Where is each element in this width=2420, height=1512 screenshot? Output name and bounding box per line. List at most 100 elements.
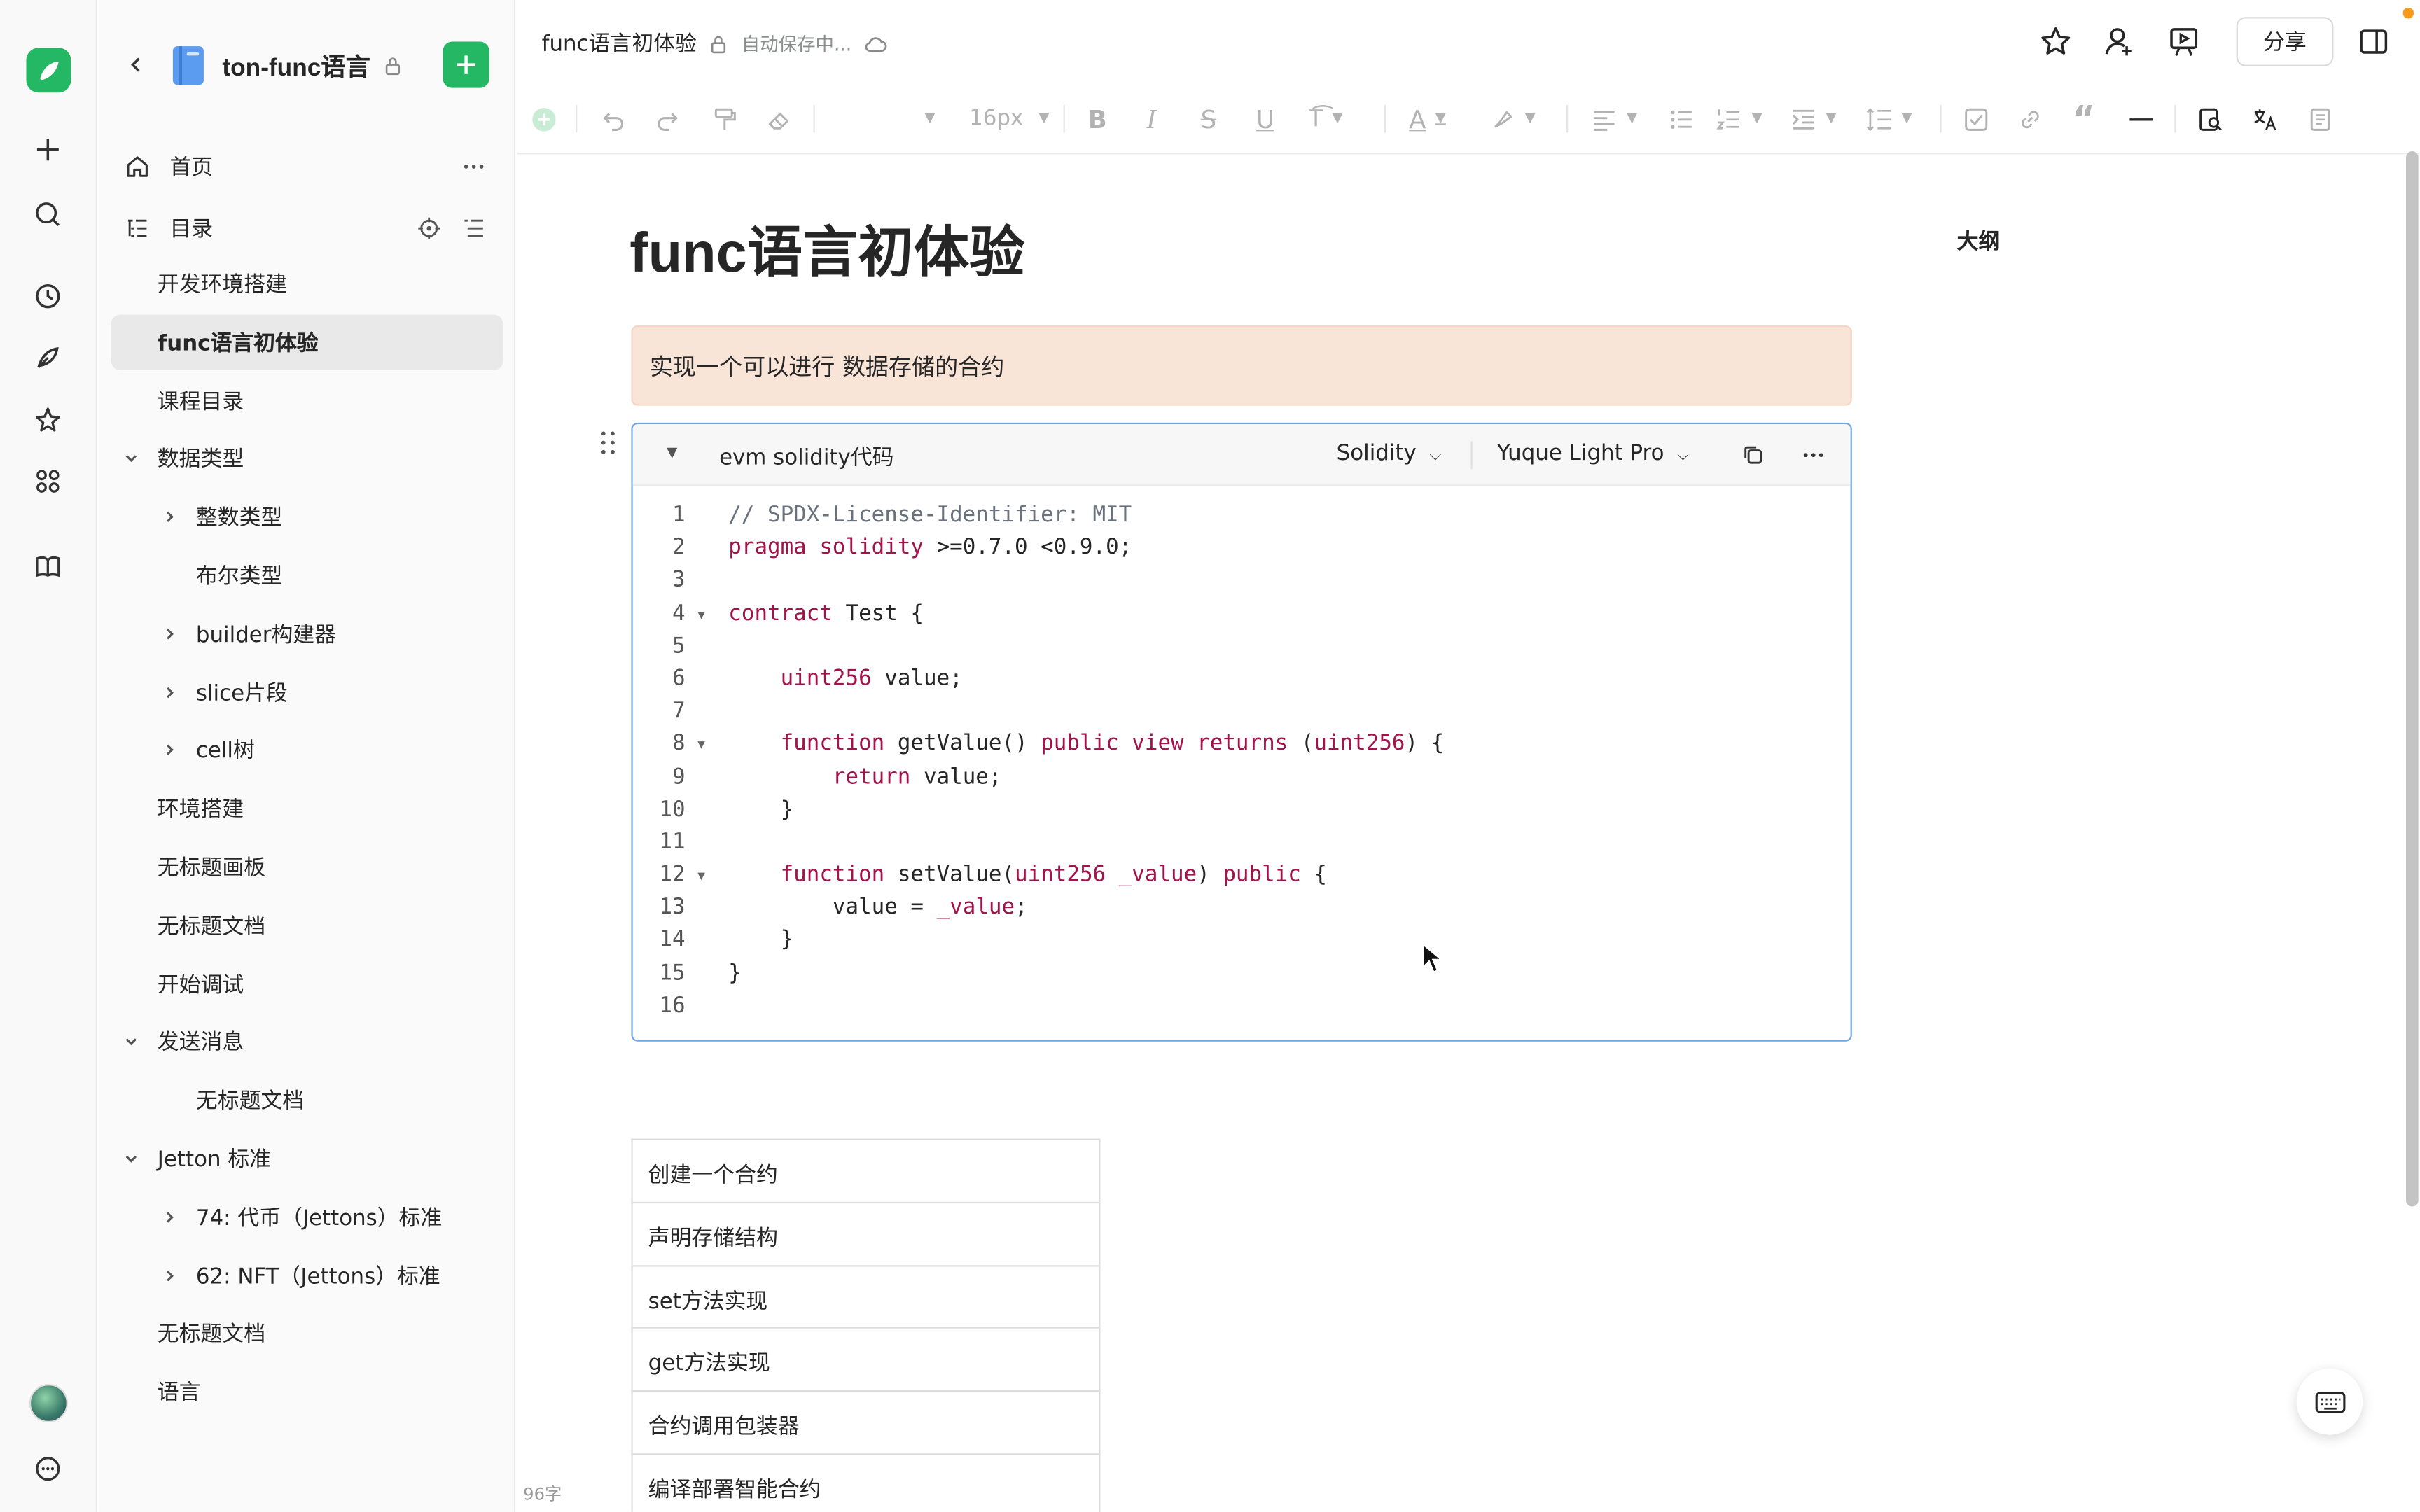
code-line[interactable]: 1 // SPDX-License-Identifier: MIT xyxy=(633,500,1851,533)
toc-settings-icon[interactable] xyxy=(460,214,488,242)
chevron-right-icon[interactable] xyxy=(159,1264,181,1286)
copy-icon[interactable] xyxy=(1739,441,1767,469)
align-icon[interactable]: ▼ xyxy=(1591,102,1637,135)
chevron-right-icon[interactable] xyxy=(159,740,181,762)
table-row[interactable]: 合约调用包装器 xyxy=(632,1392,1099,1455)
sidebar-tree-item[interactable]: 无标题文档 xyxy=(111,1072,503,1128)
new-doc-button[interactable] xyxy=(443,41,489,88)
font-color-icon[interactable]: A ▼ xyxy=(1409,102,1446,135)
user-avatar[interactable] xyxy=(29,1383,68,1423)
book-title[interactable]: ton-func语言 xyxy=(222,46,370,83)
table-row[interactable]: 创建一个合约 xyxy=(632,1140,1099,1203)
sidebar-tree-item[interactable]: 开始调试 xyxy=(111,956,503,1011)
sidebar-tree-item[interactable]: 无标题文档 xyxy=(111,897,503,953)
code-line[interactable]: 5 xyxy=(633,631,1851,664)
search-replace-icon[interactable] xyxy=(2197,102,2223,135)
code-block[interactable]: ▼ evm solidity代码 Solidity ⌵ Yuque Light … xyxy=(631,422,1852,1042)
code-line[interactable]: 7 xyxy=(633,696,1851,729)
code-line[interactable]: 15} xyxy=(633,958,1851,990)
sidebar-tree-item[interactable]: builder构建器 xyxy=(111,606,503,662)
code-line[interactable]: 14 } xyxy=(633,925,1851,958)
strikethrough-icon[interactable]: S xyxy=(1201,102,1216,135)
redo-icon[interactable] xyxy=(654,102,680,135)
more-horizontal-icon[interactable] xyxy=(1800,441,1828,469)
highlight-icon[interactable]: ▼ xyxy=(1489,102,1536,135)
numbered-list-icon[interactable]: ▼ xyxy=(1716,102,1762,135)
underline-icon[interactable]: U xyxy=(1256,102,1274,135)
sidebar-tree-item[interactable]: 环境搭建 xyxy=(111,781,503,836)
format-painter-icon[interactable] xyxy=(711,102,737,135)
bold-icon[interactable]: B xyxy=(1088,102,1107,135)
sidebar-tree-item[interactable]: 数据类型 xyxy=(111,431,503,486)
fold-caret-icon[interactable]: ▼ xyxy=(697,729,705,762)
document-icon[interactable] xyxy=(2307,102,2333,135)
doc-crumb-title[interactable]: func语言初体验 xyxy=(542,28,697,59)
chevron-down-icon[interactable] xyxy=(120,448,142,470)
italic-icon[interactable]: I xyxy=(1147,102,1157,135)
sidebar-tree-item[interactable]: 开发环境搭建 xyxy=(111,256,503,312)
code-line[interactable]: 8 ▼ function getValue() public view retur… xyxy=(633,729,1851,762)
search-icon[interactable] xyxy=(26,193,69,237)
code-line[interactable]: 13 value = _value; xyxy=(633,892,1851,925)
drag-handle-icon[interactable] xyxy=(599,429,617,457)
chevron-right-icon[interactable] xyxy=(159,506,181,528)
sidebar-home[interactable]: 首页 xyxy=(111,139,503,194)
code-line[interactable]: 11 xyxy=(633,827,1851,860)
paragraph-style-select[interactable]: ▼ xyxy=(915,102,935,135)
book-open-icon[interactable] xyxy=(26,545,69,588)
code-line[interactable]: 4 ▼ contract Test { xyxy=(633,598,1851,631)
sidebar-tree-item[interactable]: func语言初体验 xyxy=(111,314,503,370)
undo-icon[interactable] xyxy=(600,102,626,135)
callout-block[interactable]: 实现一个可以进行 数据存储的合约 xyxy=(631,326,1852,406)
sidebar-tree-item[interactable]: 课程目录 xyxy=(111,372,503,428)
keyboard-shortcuts-button[interactable] xyxy=(2296,1368,2363,1435)
eraser-icon[interactable] xyxy=(765,102,791,135)
task-checkbox-icon[interactable] xyxy=(1963,102,1989,135)
table-row[interactable]: 编译部署智能合约 xyxy=(633,1455,1099,1512)
document-title[interactable]: func语言初体验 xyxy=(630,209,1024,289)
code-line[interactable]: 10 } xyxy=(633,794,1851,827)
back-chevron-icon[interactable] xyxy=(120,50,151,80)
code-line[interactable]: 16 xyxy=(633,990,1851,1023)
code-block-title[interactable]: evm solidity代码 xyxy=(719,441,893,472)
insert-icon[interactable] xyxy=(531,102,557,135)
sidebar-tree-item[interactable]: 62: NFT（Jettons）标准 xyxy=(111,1247,503,1303)
bullet-list-icon[interactable] xyxy=(1669,102,1695,135)
table-row[interactable]: set方法实现 xyxy=(632,1266,1099,1329)
sidebar-toc[interactable]: 目录 xyxy=(111,201,503,256)
star-icon[interactable] xyxy=(26,398,69,442)
sidebar-tree-item[interactable]: slice片段 xyxy=(111,664,503,720)
fold-caret-icon[interactable]: ▼ xyxy=(697,598,705,631)
table-row[interactable]: 声明存储结构 xyxy=(632,1203,1099,1266)
new-icon[interactable] xyxy=(26,128,69,172)
code-line[interactable]: 12 ▼ function setValue(uint256 _value) pu… xyxy=(633,860,1851,892)
line-height-icon[interactable]: ▼ xyxy=(1866,102,1912,135)
feather-icon[interactable] xyxy=(26,336,69,379)
divider-line-icon[interactable] xyxy=(2128,102,2154,135)
sidebar-tree-item[interactable]: 整数类型 xyxy=(111,489,503,545)
link-icon[interactable] xyxy=(2017,102,2043,135)
translate-icon[interactable] xyxy=(2252,102,2278,135)
sidebar-tree-item[interactable]: 无标题画板 xyxy=(111,839,503,895)
code-line[interactable]: 2 pragma solidity >=0.7.0 <0.9.0; xyxy=(633,533,1851,566)
add-collaborator-icon[interactable] xyxy=(2102,23,2139,60)
chevron-right-icon[interactable] xyxy=(159,623,181,645)
vertical-scrollbar[interactable] xyxy=(2406,150,2419,1207)
sidebar-tree-item[interactable]: 74: 代币（Jettons）标准 xyxy=(111,1189,503,1245)
language-select[interactable]: Solidity ⌵ xyxy=(1337,441,1442,465)
sidebar-tree-item[interactable]: 无标题文档 xyxy=(111,1306,503,1361)
share-button[interactable]: 分享 xyxy=(2236,17,2334,66)
text-style-icon[interactable]: T͡ ▼ xyxy=(1309,102,1343,135)
collapse-caret-icon[interactable]: ▼ xyxy=(667,446,677,461)
presentation-icon[interactable] xyxy=(2165,23,2202,60)
chevron-down-icon[interactable] xyxy=(120,1148,142,1170)
code-line[interactable]: 6 uint256 value; xyxy=(633,664,1851,696)
quote-icon[interactable]: “ xyxy=(2073,99,2095,138)
table-row[interactable]: get方法实现 xyxy=(632,1329,1099,1392)
sidebar-tree-item[interactable]: 发送消息 xyxy=(111,1014,503,1070)
clock-icon[interactable] xyxy=(26,274,69,318)
code-line[interactable]: 9 return value; xyxy=(633,762,1851,794)
sidebar-tree-item[interactable]: 布尔类型 xyxy=(111,547,503,603)
more-horizontal-icon[interactable] xyxy=(460,153,488,181)
font-size-select[interactable]: 16px ▼ xyxy=(969,102,1049,135)
